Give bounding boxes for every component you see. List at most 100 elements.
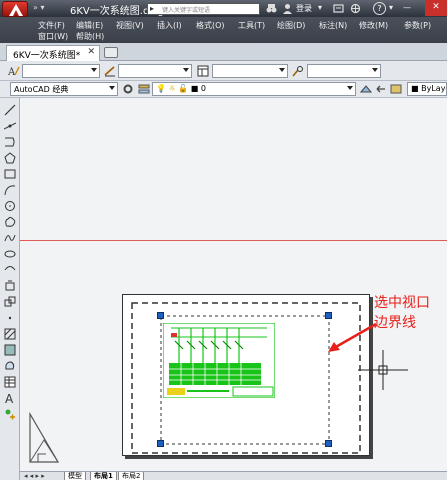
svg-text:A: A — [8, 67, 16, 77]
ucs-icon — [29, 411, 60, 463]
viewport-grip-top-right[interactable] — [325, 312, 332, 319]
revision-cloud-tool-icon[interactable] — [4, 216, 16, 228]
menu-parametric[interactable]: 参数(P) — [404, 20, 431, 31]
layer-color-swatch: ■ — [190, 84, 199, 93]
user-icon[interactable] — [282, 3, 293, 14]
menu-view[interactable]: 视图(V) — [116, 20, 144, 31]
dim-style-icon[interactable] — [104, 65, 116, 77]
menu-bar: 文件(F) 编辑(E) 视图(V) 插入(I) 格式(O) 工具(T) 绘图(D… — [0, 17, 447, 43]
close-window-button[interactable]: ✕ — [425, 0, 447, 16]
annotation-line-2: 边界线 — [374, 315, 416, 331]
tab-layout1[interactable]: 布局1 — [90, 472, 117, 480]
minimize-icon[interactable]: — — [403, 3, 411, 12]
menu-window[interactable]: 窗口(W) — [38, 31, 68, 42]
layer-states-icon[interactable] — [390, 83, 402, 95]
dropdown-arrow-icon[interactable]: ▾ — [318, 3, 322, 12]
multileader-style-select[interactable] — [307, 64, 381, 78]
drawing-canvas[interactable]: 选中视口 边界线 — [20, 98, 447, 471]
gradient-tool-icon[interactable] — [4, 344, 16, 356]
table-tool-icon[interactable] — [4, 376, 16, 388]
help-button[interactable]: ? — [373, 2, 386, 15]
search-placeholder: 键入关键字或短语 — [162, 7, 211, 14]
layer-value: 0 — [200, 84, 206, 93]
workspace-select[interactable]: AutoCAD 经典 — [10, 82, 118, 96]
title-bar: » ▾ 6KV一次系统图.dwg ▸ 键入关键字或短语 登录 ▾ ? ▾ — ✕ — [0, 0, 447, 17]
menu-draw[interactable]: 绘图(D) — [277, 20, 305, 31]
file-tab[interactable]: 6KV一次系统图* ✕ — [6, 45, 100, 61]
sun-freeze-icon: ☼ — [168, 84, 176, 93]
menu-file[interactable]: 文件(F) — [38, 20, 65, 31]
login-link[interactable]: 登录 — [296, 3, 312, 14]
layer-select[interactable]: 💡 ☼ 🔓 ■ 0 — [152, 82, 356, 96]
new-tab-button[interactable] — [104, 47, 118, 58]
menu-help[interactable]: 帮助(H) — [76, 31, 104, 42]
linetype-value: ByLayer — [421, 84, 446, 93]
table-style-select[interactable] — [212, 64, 288, 78]
viewport-grip-top-left[interactable] — [157, 312, 164, 319]
spline-tool-icon[interactable] — [4, 232, 16, 244]
menu-dimension[interactable]: 标注(N) — [319, 20, 347, 31]
polygon-tool-icon[interactable] — [4, 152, 16, 164]
layer-properties-icon[interactable] — [138, 83, 150, 95]
table-style-icon[interactable] — [197, 65, 209, 77]
polyline-tool-icon[interactable] — [4, 136, 16, 148]
red-reference-line — [20, 240, 447, 241]
menu-format[interactable]: 格式(O) — [196, 20, 225, 31]
menu-edit[interactable]: 编辑(E) — [76, 20, 103, 31]
layout-tab-bar: ◂ ◂ ▸ ▸ 模型 布局1 布局2 — [20, 471, 447, 480]
dim-style-select[interactable] — [118, 64, 192, 78]
viewport-grip-bottom-right[interactable] — [325, 440, 332, 447]
ellipse-tool-icon[interactable] — [4, 248, 16, 260]
application-menu-button[interactable] — [2, 1, 28, 17]
circle-tool-icon[interactable] — [4, 200, 16, 212]
make-block-tool-icon[interactable] — [4, 296, 16, 308]
text-style-icon[interactable]: A — [8, 65, 20, 77]
menu-tools[interactable]: 工具(T) — [238, 20, 265, 31]
search-input[interactable]: ▸ 键入关键字或短语 — [147, 3, 260, 15]
lock-icon: 🔓 — [178, 84, 189, 93]
close-tab-icon[interactable]: ✕ — [87, 47, 95, 57]
point-tool-icon[interactable] — [4, 312, 16, 324]
color-swatch: ■ — [411, 84, 419, 93]
multileader-style-icon[interactable] — [292, 65, 304, 77]
rectangle-tool-icon[interactable] — [4, 168, 16, 180]
crosshair-cursor-icon — [358, 350, 408, 390]
tab-model[interactable]: 模型 — [64, 472, 86, 480]
make-current-layer-icon[interactable] — [360, 83, 372, 95]
file-tab-label: 6KV一次系统图* — [13, 51, 81, 61]
menu-insert[interactable]: 插入(I) — [157, 20, 182, 31]
workspace-settings-icon[interactable] — [122, 83, 134, 95]
exchange-icon[interactable] — [333, 3, 344, 14]
svg-text:A: A — [5, 392, 14, 404]
insert-block-tool-icon[interactable] — [4, 280, 16, 292]
color-select[interactable]: ■ ByLayer — [407, 82, 447, 96]
search-expand-icon: ▸ — [150, 4, 155, 13]
multiline-text-tool-icon[interactable]: A — [4, 392, 16, 404]
draw-toolbar: A — [0, 98, 20, 480]
file-tab-strip: 6KV一次系统图* ✕ — [0, 43, 447, 61]
menu-modify[interactable]: 修改(M) — [359, 20, 388, 31]
tab-layout2[interactable]: 布局2 — [118, 472, 145, 480]
text-style-select[interactable] — [22, 64, 100, 78]
lightbulb-icon: 💡 — [156, 84, 166, 93]
hatch-tool-icon[interactable] — [4, 328, 16, 340]
layers-toolbar: AutoCAD 经典 💡 ☼ 🔓 ■ 0 ■ ByLayer — [0, 81, 447, 98]
network-icon[interactable] — [350, 3, 361, 14]
tab-nav-arrows-icon[interactable]: ◂ ◂ ▸ ▸ — [24, 472, 45, 480]
electrical-schematic-thumbnail — [163, 323, 275, 398]
add-selected-tool-icon[interactable] — [4, 408, 16, 420]
layout-paper-sheet — [122, 294, 370, 456]
properties-toolbar: A — [0, 61, 447, 81]
layer-previous-icon[interactable] — [375, 83, 387, 95]
arc-tool-icon[interactable] — [4, 184, 16, 196]
binoculars-icon[interactable] — [266, 3, 277, 14]
quick-access-arrows-icon[interactable]: » ▾ — [33, 3, 44, 12]
line-tool-icon[interactable] — [4, 104, 16, 116]
autocad-logo-icon — [9, 4, 23, 16]
workspace-value: AutoCAD 经典 — [14, 85, 69, 94]
ellipse-arc-tool-icon[interactable] — [4, 264, 16, 276]
region-tool-icon[interactable] — [4, 360, 16, 372]
construction-line-tool-icon[interactable] — [4, 120, 16, 132]
help-dropdown-icon[interactable]: ▾ — [389, 3, 393, 12]
viewport-grip-bottom-left[interactable] — [157, 440, 164, 447]
